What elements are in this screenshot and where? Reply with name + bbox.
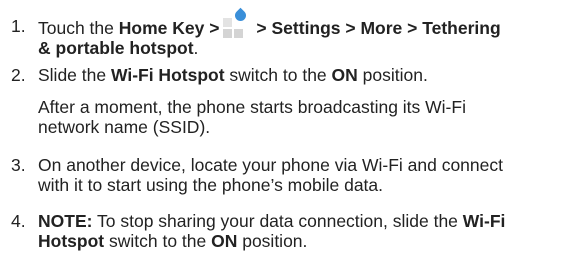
settings-path-end: & portable hotspot — [38, 38, 194, 58]
step-line: Touch the Home Key > > Settings > More > … — [38, 7, 584, 38]
step-number: 4. — [11, 211, 26, 231]
step-line: with it to start using the phone’s mobil… — [38, 175, 384, 195]
step-note-line: After a moment, the phone starts broadca… — [38, 97, 466, 117]
step-text-segment: Slide the — [38, 65, 111, 85]
step-text-segment: . — [193, 38, 199, 58]
step-line: & portable hotspot. — [38, 38, 584, 58]
settings-path-label: > Settings > More > Tethering — [256, 18, 501, 38]
on-label: ON — [211, 231, 238, 251]
step-text-segment: position. — [237, 231, 308, 251]
step-number: 2. — [11, 65, 26, 85]
step-line: Hotspot switch to the ON position. — [38, 231, 584, 251]
step-text-segment: position. — [357, 65, 428, 85]
step-text: On another device, locate your phone via… — [38, 155, 584, 195]
home-key-label: Home Key > — [118, 18, 220, 38]
step-line: NOTE: To stop sharing your data connecti… — [38, 211, 584, 231]
step-text: NOTE: To stop sharing your data connecti… — [38, 211, 584, 251]
wifi-hotspot-label: Wi-Fi Hotspot — [110, 65, 225, 85]
note-label: NOTE: — [38, 211, 93, 231]
step-text-segment: To stop sharing your data connection, sl… — [92, 211, 463, 231]
wifi-label: Wi-Fi — [462, 211, 506, 231]
app-drawer-icon — [223, 7, 250, 38]
hotspot-label: Hotspot — [38, 231, 105, 251]
step-text-segment: switch to the — [224, 65, 332, 85]
step-text: Slide the Wi-Fi Hotspot switch to the ON… — [38, 65, 584, 85]
step-text-segment: switch to the — [104, 231, 212, 251]
step-text: Touch the Home Key > > Settings > More > … — [38, 7, 584, 58]
step-text-segment: Touch the — [38, 18, 119, 38]
step-number: 3. — [11, 155, 26, 175]
step-note-line: network name (SSID). — [38, 117, 211, 137]
step-number: 1. — [11, 16, 26, 36]
on-label: ON — [331, 65, 358, 85]
step-line: On another device, locate your phone via… — [38, 155, 503, 175]
step-note: After a moment, the phone starts broadca… — [38, 97, 584, 137]
